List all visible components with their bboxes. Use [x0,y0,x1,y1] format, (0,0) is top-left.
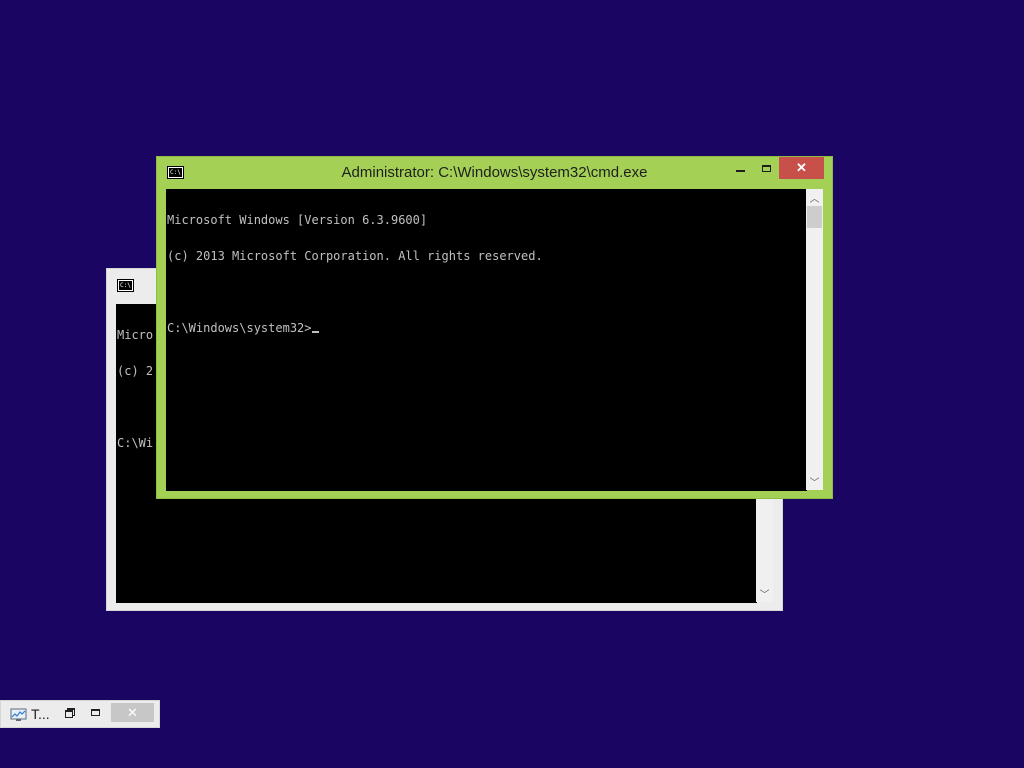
command-prompt-line[interactable]: C:\Windows\system32> [167,322,807,334]
console-area[interactable]: Microsoft Windows [Version 6.3.9600] (c)… [166,189,807,491]
chevron-down-icon[interactable]: ﹀ [806,473,823,490]
minimize-icon [735,170,745,172]
close-button[interactable]: ✕ [111,703,154,722]
maximize-icon [90,708,100,716]
maximize-icon [761,164,771,172]
vertical-scrollbar[interactable]: ︿ ﹀ [806,189,823,490]
minimize-button[interactable] [727,157,753,179]
cmd-icon: C:\. [117,279,134,292]
console-line: (c) 2013 Microsoft Corporation. All righ… [167,249,543,263]
restore-icon [64,708,75,718]
close-button[interactable]: ✕ [779,157,824,179]
maximize-button[interactable] [753,157,779,179]
scroll-thumb[interactable] [807,206,822,228]
restore-button[interactable] [59,704,79,720]
minimized-window[interactable]: T... ✕ [0,700,160,728]
console-line: Microsoft Windows [Version 6.3.9600] [167,213,428,227]
chevron-down-icon[interactable]: ﹀ [756,585,773,602]
close-icon: ✕ [796,160,807,175]
maximize-button[interactable] [85,704,105,720]
window-titlebar[interactable]: C:\. Administrator: C:\Windows\system32\… [157,157,832,189]
text-cursor [311,331,319,333]
task-manager-icon [10,708,27,721]
close-icon: ✕ [127,704,138,720]
minimized-window-title: T... [31,706,50,722]
command-prompt: C:\Windows\system32> [167,321,312,335]
chevron-up-icon[interactable]: ︿ [806,189,823,206]
administrator-cmd-window[interactable]: C:\. Administrator: C:\Windows\system32\… [156,156,833,499]
